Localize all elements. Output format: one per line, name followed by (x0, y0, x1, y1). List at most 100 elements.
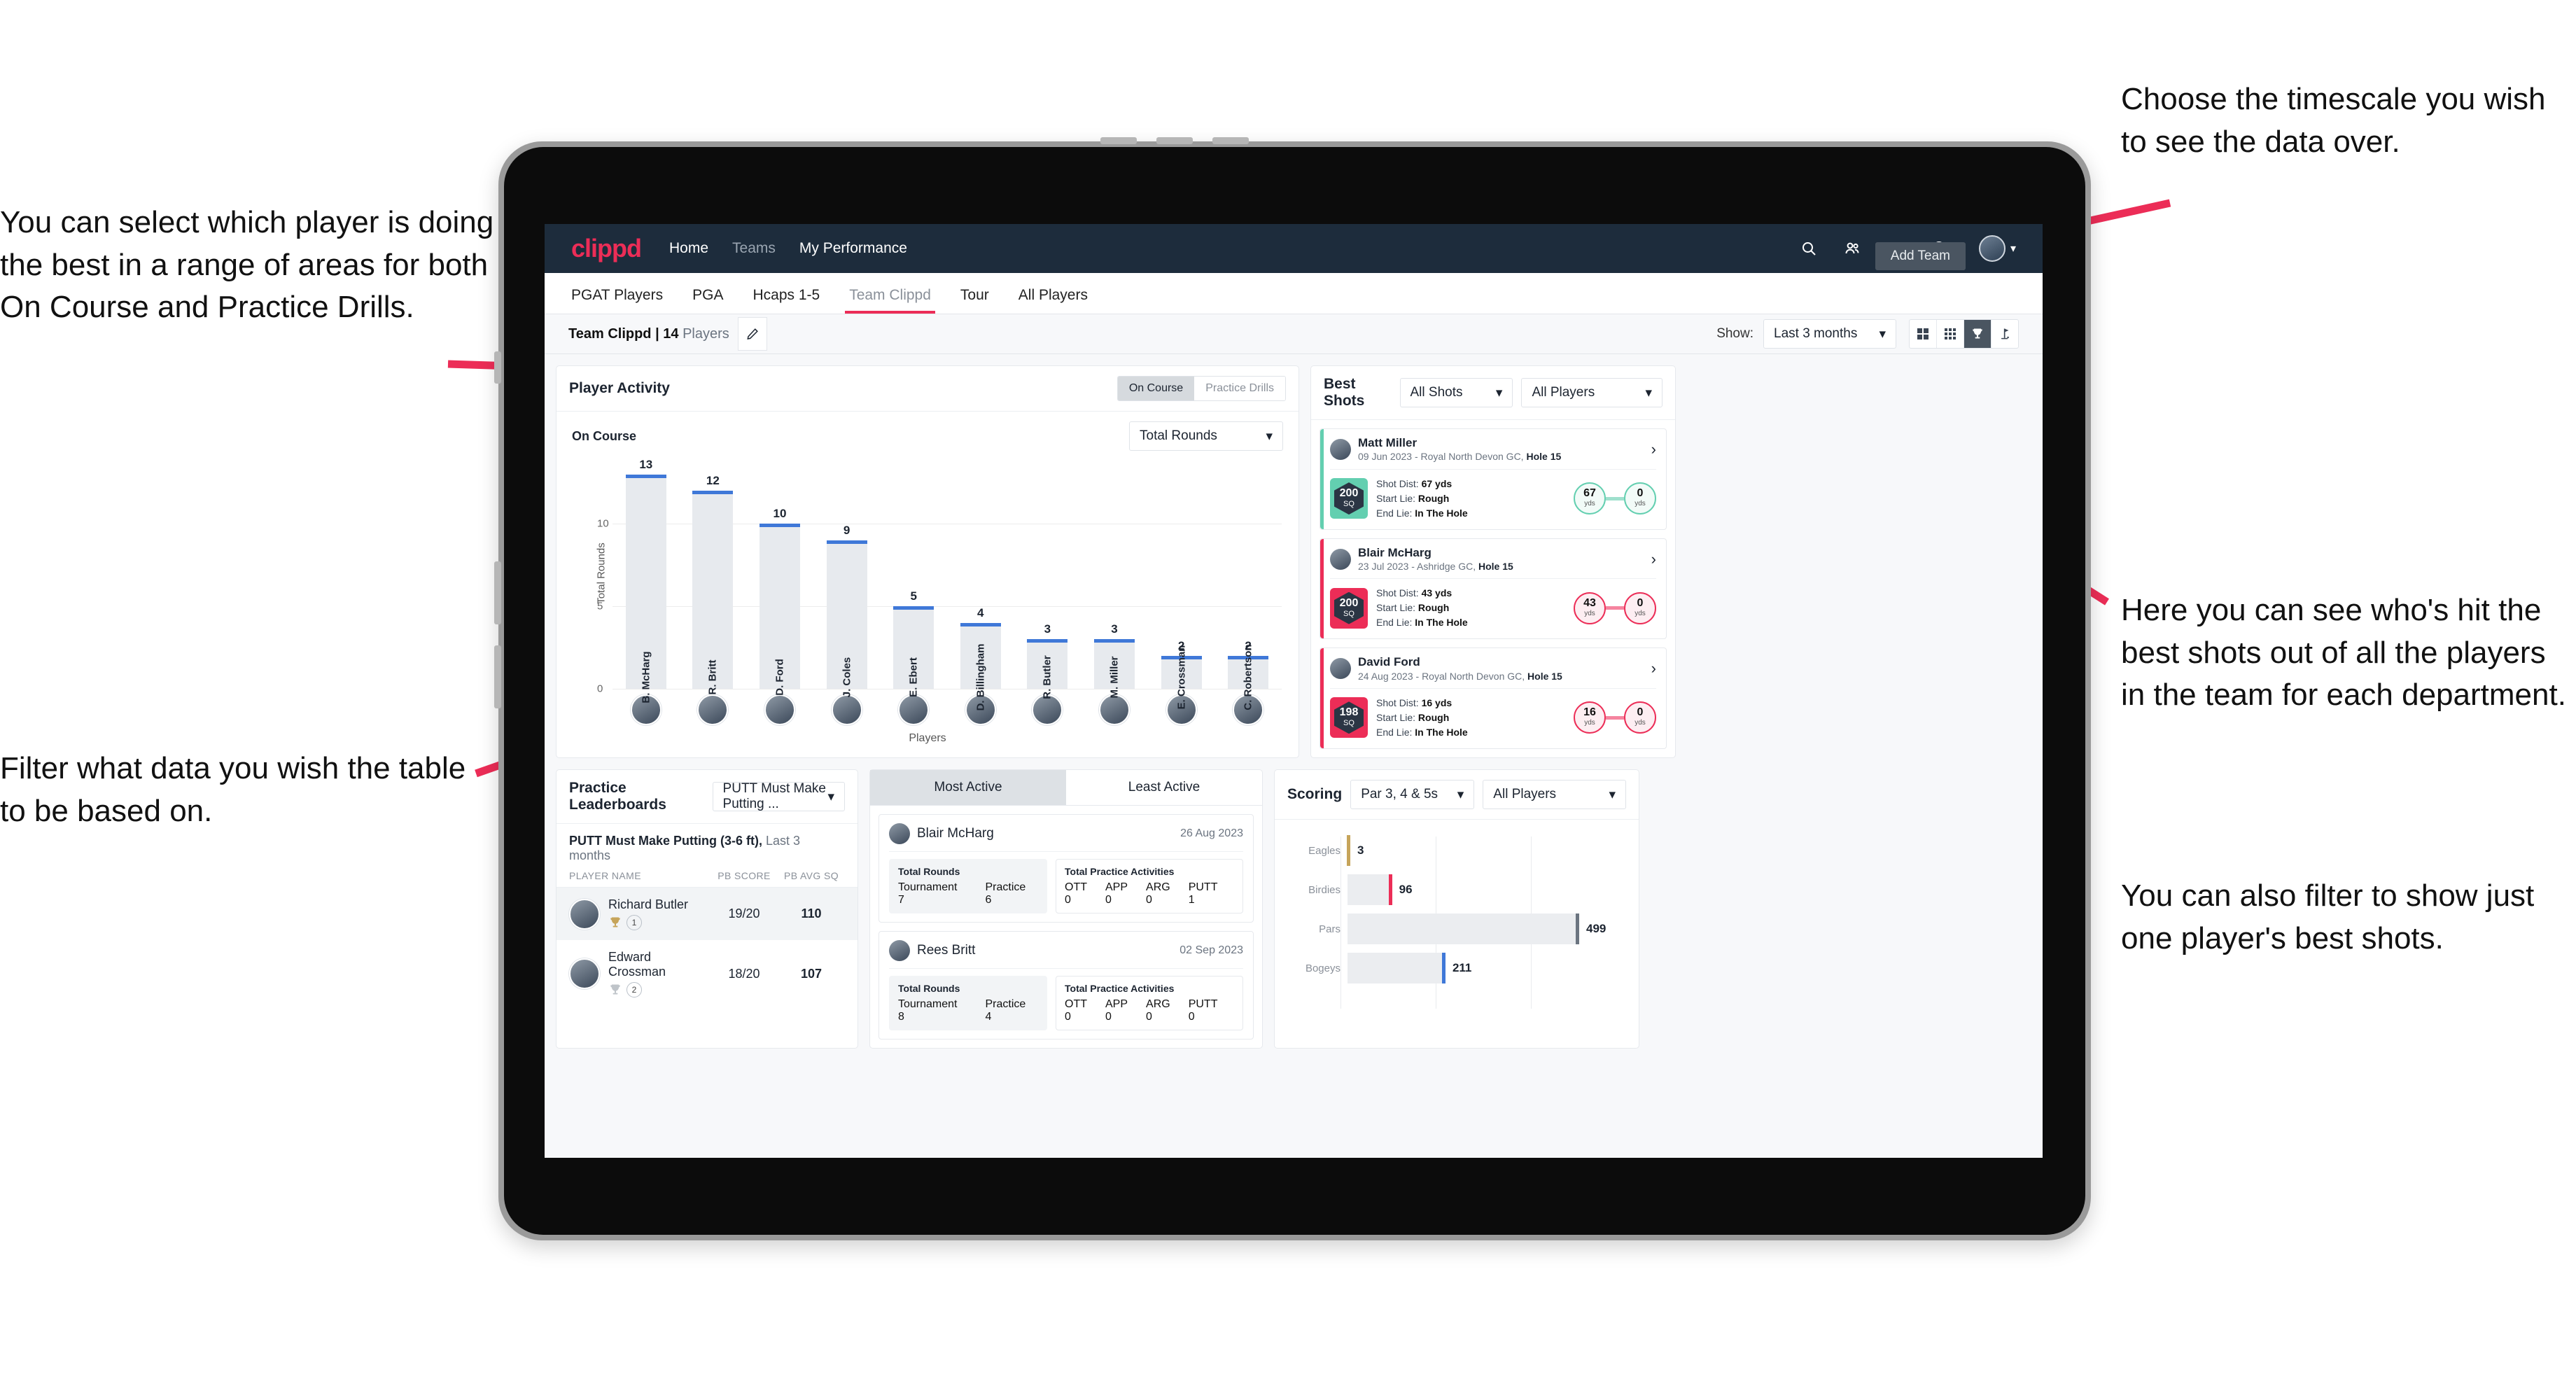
chart-bar-group[interactable]: 13 B. McHarg (625, 458, 666, 704)
end-lie-line: End Lie: In The Hole (1376, 615, 1468, 630)
best-shot-card[interactable]: Matt Miller 09 Jun 2023 - Royal North Dev… (1320, 428, 1667, 530)
chart-bar-group[interactable]: 9 J. Coles (826, 458, 867, 697)
end-lie-line: End Lie: In The Hole (1376, 506, 1468, 521)
chart-bar-group[interactable]: 12 R. Britt (692, 458, 734, 695)
chevron-right-icon[interactable]: › (1651, 440, 1656, 458)
shot-dist-line: Shot Dist: 67 yds (1376, 477, 1468, 491)
best-shot-card[interactable]: Blair McHarg 23 Jul 2023 - Ashridge GC, H… (1320, 538, 1667, 640)
chart-bar-group[interactable]: 5 E. Ebert (893, 458, 934, 697)
tab-most-active[interactable]: Most Active (870, 770, 1066, 805)
scoring-row[interactable]: Bogeys 211 (1287, 948, 1626, 988)
chart-bar[interactable]: E. Ebert (893, 606, 934, 697)
from-value: 43 (1583, 596, 1596, 609)
scoring-row[interactable]: Pars 499 (1287, 909, 1626, 948)
sq-unit: SQ (1343, 499, 1354, 508)
shot-type-select[interactable]: All Shots ▾ (1399, 378, 1513, 407)
avatar[interactable] (764, 694, 795, 725)
edit-team-button[interactable] (737, 317, 767, 351)
clippd-logo[interactable]: clippd (571, 234, 642, 263)
chart-bar-group[interactable]: 2 E. Crossman (1161, 458, 1202, 709)
chart-bar-group[interactable]: 4 D. Billingham (960, 458, 1001, 710)
nav-link-home[interactable]: Home (669, 240, 708, 257)
scoring-category-label: Birdies (1308, 883, 1340, 896)
activity-player-card[interactable]: Blair McHarg 26 Aug 2023 Total Rounds Tourn… (878, 814, 1254, 923)
best-shots-player-select[interactable]: All Players ▾ (1521, 378, 1662, 407)
scoring-value: 3 (1357, 844, 1364, 857)
segment-practice-drills[interactable]: Practice Drills (1194, 377, 1285, 400)
drill-select[interactable]: PUTT Must Make Putting ... ▾ (712, 781, 845, 811)
sq-unit: SQ (1343, 609, 1354, 618)
chart-bar[interactable]: E. Crossman (1161, 645, 1202, 709)
people-icon[interactable] (1838, 234, 1866, 262)
trophy-icon (610, 984, 620, 995)
chart-bar[interactable]: M. Miller (1093, 639, 1135, 699)
scoring-player-select[interactable]: All Players ▾ (1483, 780, 1626, 809)
chart-bar-group[interactable]: 3 M. Miller (1093, 458, 1135, 699)
tab-all-players[interactable]: All Players (1018, 287, 1088, 314)
tab-least-active[interactable]: Least Active (1066, 770, 1262, 805)
scoring-bar[interactable] (1348, 953, 1446, 983)
table-row[interactable]: Richard Butler 1 19/20 110 (556, 888, 858, 940)
scoring-row[interactable]: Birdies 96 (1287, 870, 1626, 909)
rounds-metric-value: 4 (985, 1011, 992, 1023)
tablet-frame: clippd Home Teams My Performance ▾ ▾ PGA… (494, 137, 2091, 1240)
tab-team-clippd[interactable]: Team Clippd (845, 287, 935, 314)
best-shot-player-name: David Ford (1358, 655, 1420, 669)
practice-metric-label: ARG (1146, 881, 1170, 893)
from-unit: yds (1584, 500, 1595, 508)
avatar[interactable] (1978, 234, 2006, 262)
chart-bar[interactable]: J. Coles (826, 540, 867, 697)
par-select[interactable]: Par 3, 4 & 5s ▾ (1350, 780, 1475, 809)
app-screen: clippd Home Teams My Performance ▾ ▾ PGA… (545, 224, 2043, 1158)
avatar[interactable] (831, 694, 862, 725)
tablet-volume-up (494, 561, 501, 624)
tab-hcaps-1-5[interactable]: Hcaps 1-5 (752, 287, 820, 314)
scoring-bar[interactable] (1348, 874, 1392, 905)
chart-bar[interactable]: R. Butler (1027, 639, 1068, 699)
grid-4-icon[interactable] (1910, 320, 1937, 348)
golf-flag-icon[interactable] (1991, 320, 2018, 348)
chart-bar-value: 9 (843, 523, 850, 537)
chart-bar[interactable]: D. Ford (759, 524, 800, 696)
chevron-right-icon[interactable]: › (1651, 550, 1656, 568)
nav-link-teams[interactable]: Teams (732, 240, 776, 257)
grid-9-icon[interactable] (1937, 320, 1964, 348)
nav-link-my-performance[interactable]: My Performance (799, 240, 907, 257)
avatar[interactable] (1098, 694, 1130, 725)
table-row[interactable]: Edward Crossman 2 18/20 107 (556, 940, 858, 1007)
practice-leaderboards-card: Practice Leaderboards PUTT Must Make Put… (556, 769, 858, 1049)
practice-metric: ARG 0 (1146, 881, 1170, 906)
tab-pga[interactable]: PGA (692, 287, 723, 314)
shot-quality-badge: 198 SQ (1330, 697, 1368, 738)
player-activity-chart: Total Rounds 0 5 10 13 B. McHarg 12 R. Brit… (573, 458, 1282, 710)
chart-bar[interactable]: C. Robertson (1228, 644, 1269, 710)
annotation-right-top: Choose the timescale you wish to see the… (2121, 82, 2546, 159)
shot-start-distance: 67 yds (1574, 482, 1606, 515)
activity-player-card[interactable]: Rees Britt 02 Sep 2023 Total Rounds Tournam… (878, 931, 1254, 1040)
avatar-chevron-down-icon[interactable]: ▾ (2010, 241, 2016, 255)
scoring-row[interactable]: Eagles 3 (1287, 831, 1626, 870)
best-shot-card[interactable]: David Ford 24 Aug 2023 - Royal North Devo… (1320, 648, 1667, 749)
chart-bar[interactable]: B. McHarg (625, 475, 666, 704)
segment-on-course[interactable]: On Course (1117, 377, 1195, 400)
chevron-right-icon[interactable]: › (1651, 659, 1656, 678)
view-toggle-group (1909, 319, 2019, 349)
chart-bar-group[interactable]: 10 D. Ford (759, 458, 800, 696)
dashboard-row-bottom: Practice Leaderboards PUTT Must Make Put… (556, 769, 2031, 1049)
chart-bar[interactable]: R. Britt (692, 491, 734, 695)
avatar[interactable] (898, 694, 930, 725)
chart-y-tick-0: 0 (597, 682, 603, 695)
start-lie-label: Start Lie: (1376, 492, 1416, 504)
tab-pgat-players[interactable]: PGAT Players (571, 287, 663, 314)
search-icon[interactable] (1795, 234, 1823, 262)
chart-bar-group[interactable]: 2 C. Robertson (1228, 458, 1269, 710)
scoring-bar[interactable] (1346, 835, 1350, 866)
chart-bar[interactable]: D. Billingham (960, 622, 1001, 710)
timescale-select[interactable]: Last 3 months ▾ (1763, 319, 1896, 349)
tab-tour[interactable]: Tour (960, 287, 989, 314)
trophy-icon[interactable] (1964, 320, 1991, 348)
metric-select[interactable]: Total Rounds ▾ (1129, 421, 1283, 451)
avatar[interactable] (697, 694, 729, 725)
chart-bar-group[interactable]: 3 R. Butler (1027, 458, 1068, 699)
scoring-bar[interactable] (1348, 913, 1579, 944)
